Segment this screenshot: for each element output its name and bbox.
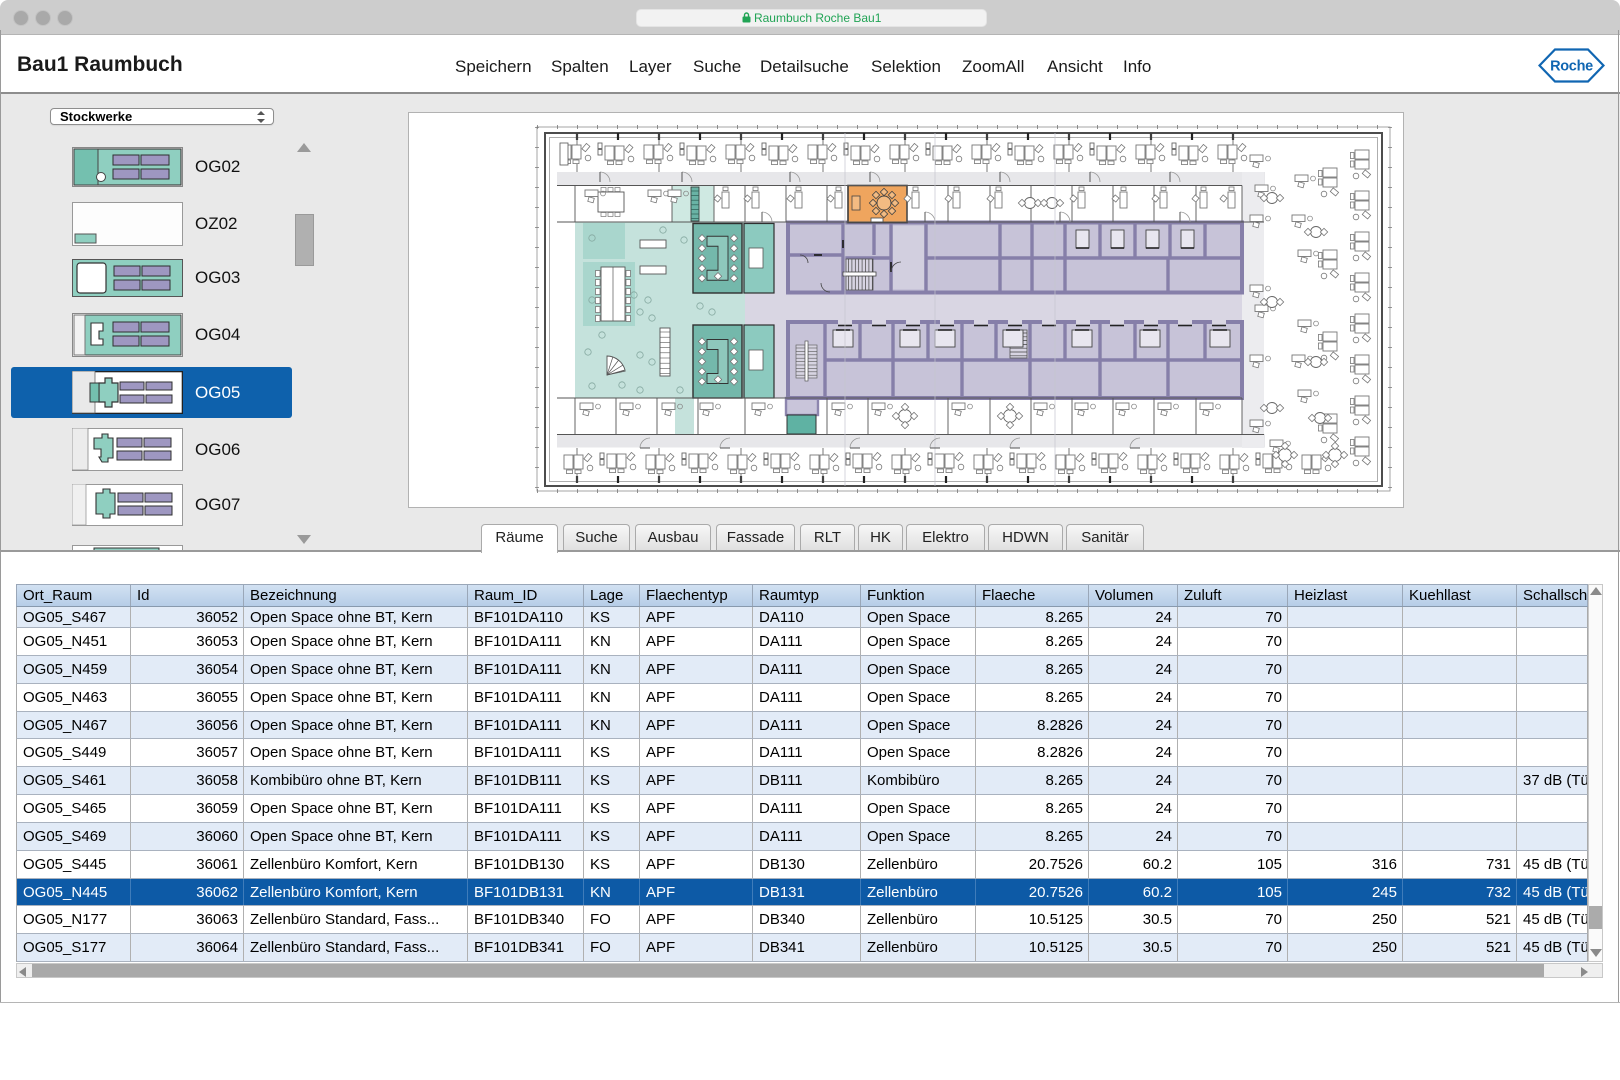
svg-text:Roche: Roche [1550,59,1593,75]
